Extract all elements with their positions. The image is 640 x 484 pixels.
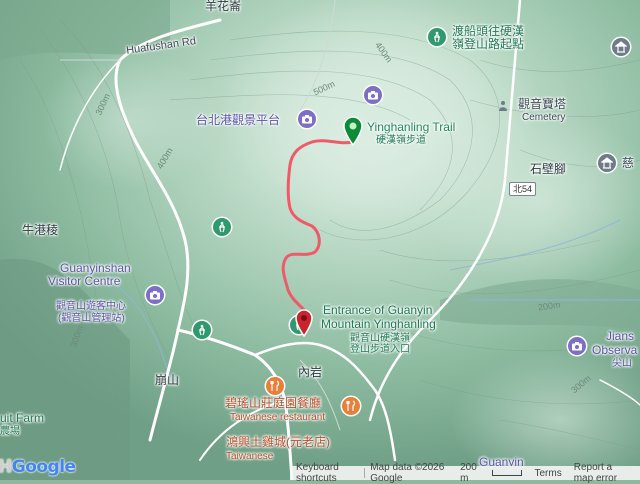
observatory-label-2[interactable]: Observa — [592, 344, 637, 357]
temple-icon[interactable] — [612, 38, 630, 56]
area-label-neiyan: 內岩 — [298, 365, 323, 379]
hiking-poi-icon[interactable] — [193, 321, 211, 339]
ferry-trailhead-label-2[interactable]: 嶺登山路起點 — [452, 38, 524, 51]
google-logo[interactable]: HGoogle — [0, 457, 76, 477]
start-marker-icon[interactable] — [342, 116, 364, 146]
divider — [363, 468, 365, 478]
guanyin-tower-label[interactable]: 觀音寶塔 — [518, 98, 566, 111]
temple-label-partial[interactable]: 慈 — [622, 157, 634, 170]
keyboard-shortcuts-link[interactable]: Keyboard shortcuts — [296, 462, 358, 484]
fork-knife-icon[interactable] — [342, 397, 360, 415]
route-shield-54: 北54 — [509, 182, 537, 196]
entrance-label[interactable]: Entrance of Guanyin — [323, 304, 432, 317]
visitor-centre-label-zh-2[interactable]: (觀音山管理站) — [58, 312, 125, 325]
area-label-bengshan: 崩山 — [155, 373, 180, 387]
observatory-label[interactable]: Jians — [606, 330, 634, 343]
taipei-port-platform-label[interactable]: 台北港觀景平台 — [196, 114, 280, 127]
end-marker-icon[interactable] — [294, 309, 314, 337]
yinghanling-trail-label-zh[interactable]: 硬漢嶺步道 — [376, 134, 426, 147]
guanyin-tower-sublabel: Cemetery — [522, 112, 566, 123]
entrance-label-2[interactable]: Mountain Yinghanling — [321, 318, 436, 331]
fruit-farm-sublabel[interactable]: 農場 — [0, 425, 20, 438]
logo-prefix: H — [0, 457, 12, 477]
map-data-text: Map data ©2026 Google — [370, 462, 445, 484]
logo-text: Google — [11, 457, 76, 477]
terms-link[interactable]: Terms — [534, 468, 561, 479]
scale-bar[interactable] — [491, 470, 523, 476]
entrance-label-zh-2[interactable]: 登山步道入口 — [350, 343, 410, 356]
observatory-label-zh[interactable]: 尖山 — [612, 357, 632, 370]
visitor-centre-label-2[interactable]: Visitor Centre — [48, 275, 120, 288]
area-label-niugang: 牛港稜 — [22, 223, 59, 237]
temple-icon[interactable] — [494, 97, 512, 115]
hongxing-restaurant-label[interactable]: 鴻興土雞城(元老店) — [226, 436, 330, 449]
fork-knife-icon[interactable] — [266, 377, 284, 395]
report-error-link[interactable]: Report a map error — [574, 462, 634, 484]
camera-icon[interactable] — [146, 286, 164, 304]
area-label-yanghua: 羊花崙 — [205, 0, 242, 13]
camera-icon[interactable] — [364, 86, 382, 104]
biyao-restaurant-label[interactable]: 碧瑤山莊庭園餐廳 — [225, 397, 321, 410]
scale-label[interactable]: 200 m — [460, 462, 480, 484]
hiking-poi-icon[interactable] — [213, 218, 231, 236]
fruit-farm-label[interactable]: uit Farm — [0, 412, 44, 425]
camera-icon[interactable] — [298, 110, 316, 128]
yinghanling-trail-label[interactable]: Yinghanling Trail — [367, 121, 455, 134]
biyao-restaurant-sublabel: Taiwanese restaurant — [230, 412, 326, 423]
camera-icon[interactable] — [568, 337, 586, 355]
hiking-poi-icon[interactable] — [428, 28, 446, 46]
temple-icon[interactable] — [598, 154, 616, 172]
attribution-bar: Keyboard shortcuts Map data ©2026 Google… — [290, 462, 640, 484]
hongxing-restaurant-sublabel: Taiwanese — [226, 451, 274, 462]
area-label-shibijiao: 石壁腳 — [530, 162, 567, 176]
